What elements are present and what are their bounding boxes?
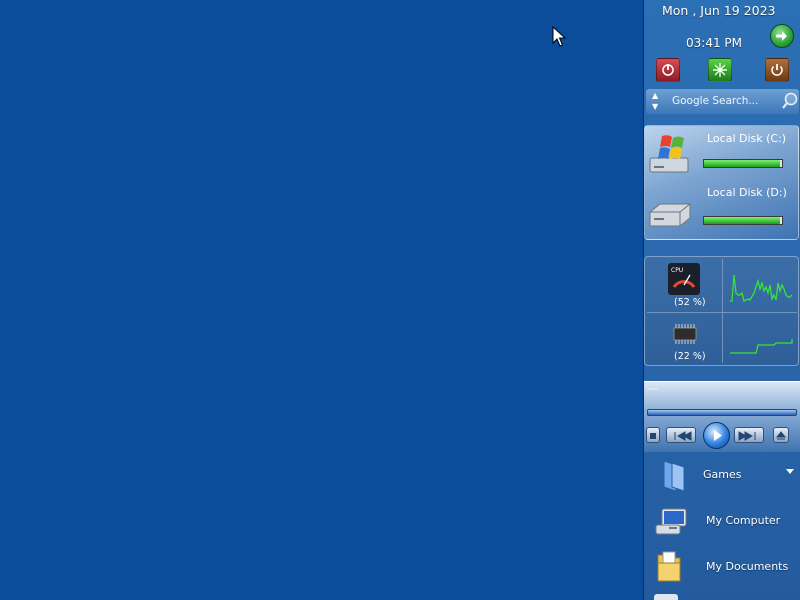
media-seek-bar[interactable]: [647, 409, 797, 416]
search-bar: ▲ ▼: [646, 89, 799, 114]
cpu-gauge-label: CPU: [671, 267, 683, 274]
stop-icon: [650, 433, 656, 439]
mouse-cursor-icon: [552, 26, 566, 47]
next-button[interactable]: [734, 427, 764, 443]
chevron-down-icon[interactable]: [786, 469, 794, 474]
media-track-title: ---: [647, 384, 658, 395]
disk-c-label: Local Disk (C:): [707, 132, 787, 145]
play-button[interactable]: [703, 422, 730, 449]
menu-item-my-documents[interactable]: My Documents: [644, 545, 800, 589]
play-icon: [714, 430, 722, 441]
media-player: ---: [644, 381, 800, 452]
magnifier-icon[interactable]: [781, 92, 799, 110]
menu-item-my-computer[interactable]: My Computer: [644, 499, 800, 543]
windows-drive-icon: [649, 135, 689, 173]
shutdown-icon[interactable]: [765, 58, 789, 82]
stop-button[interactable]: [646, 427, 660, 443]
memory-chip-icon: [673, 324, 697, 344]
cpu-usage-graph: [730, 274, 793, 302]
next-menu-item-edge: [654, 594, 678, 600]
ram-usage-line: [730, 339, 793, 354]
drive-icon: [649, 203, 691, 227]
time-display: 03:41 PM: [686, 36, 742, 50]
menu-label-my-computer: My Computer: [706, 514, 781, 527]
search-input[interactable]: [672, 93, 776, 109]
menu-label-my-documents: My Documents: [706, 560, 789, 573]
desktop-sidebar: Mon , Jun 19 2023 03:41 PM ▲ ▼ Google Se…: [643, 0, 800, 600]
eject-button[interactable]: [773, 427, 789, 443]
desktop-background[interactable]: [0, 0, 643, 600]
power-icon[interactable]: [656, 58, 680, 82]
cpu-usage-line: [730, 274, 793, 302]
eject-icon: [775, 431, 787, 440]
games-folder-icon: [663, 460, 685, 492]
previous-button[interactable]: [666, 427, 696, 443]
panel-divider: [722, 259, 723, 363]
disk-d-label: Local Disk (D:): [707, 186, 787, 199]
rewind-icon: [674, 431, 692, 441]
go-arrow-icon[interactable]: [770, 24, 794, 48]
disk-d-usage-bar: [703, 216, 783, 225]
forward-icon: [738, 431, 756, 441]
cpu-gauge-icon: CPU: [668, 263, 700, 295]
disk-c-usage-bar: [703, 159, 783, 168]
search-scroll-arrows-icon[interactable]: ▲ ▼: [652, 90, 658, 112]
panel-divider: [647, 312, 797, 313]
date-display: Mon , Jun 19 2023: [662, 3, 776, 18]
cpu-percent: (52 %): [674, 297, 706, 308]
computer-icon: [655, 508, 687, 535]
ram-usage-graph: [730, 339, 793, 354]
disk-panel: Local Disk (C:) Local Disk (D:): [644, 125, 799, 240]
refresh-icon[interactable]: [708, 58, 732, 82]
menu-item-games[interactable]: Games: [644, 453, 800, 497]
disk-c-usage-fill: [704, 160, 781, 167]
documents-folder-icon: [657, 551, 681, 582]
menu-label-games: Games: [703, 468, 742, 481]
ram-percent: (22 %): [674, 351, 706, 362]
disk-d-usage-fill: [704, 217, 781, 224]
system-monitor-panel: CPU (52 %) (22 %): [644, 256, 799, 366]
